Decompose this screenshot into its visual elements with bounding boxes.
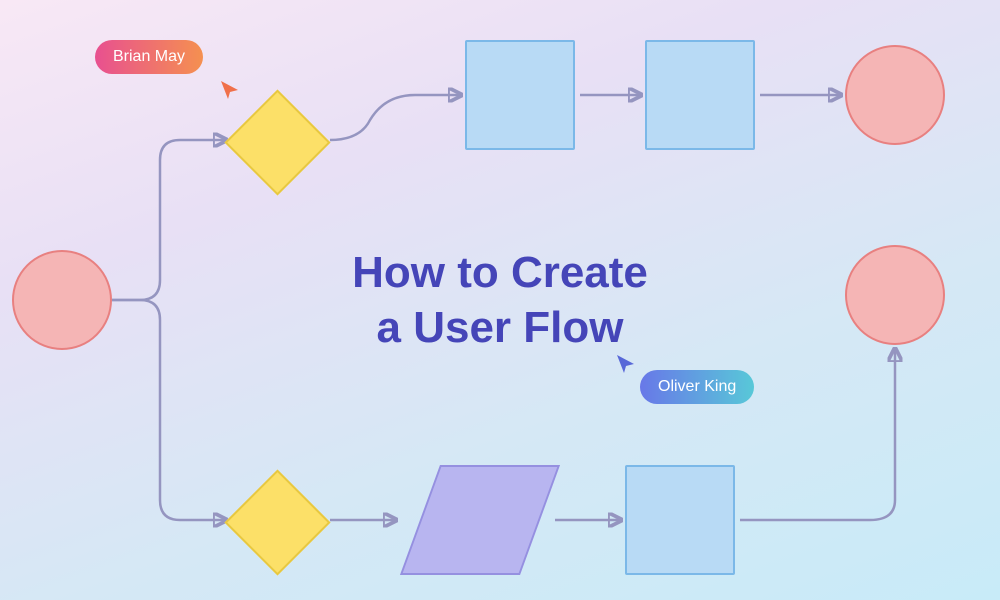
collaborator-badge-oliver[interactable]: Oliver King (640, 370, 754, 404)
flowchart-canvas[interactable]: How to Create a User Flow Brian May Oliv… (0, 0, 1000, 600)
start-node[interactable] (12, 250, 112, 350)
decision-node-bottom[interactable] (224, 469, 330, 575)
decision-node-top[interactable] (224, 89, 330, 195)
process-node-bottom[interactable] (625, 465, 735, 575)
end-node-top[interactable] (845, 45, 945, 145)
io-node-bottom[interactable] (400, 465, 560, 575)
cursor-icon (614, 352, 638, 376)
collaborator-label: Oliver King (658, 378, 736, 395)
end-node-bottom[interactable] (845, 245, 945, 345)
collaborator-label: Brian May (113, 48, 185, 65)
collaborator-badge-brian[interactable]: Brian May (95, 40, 203, 74)
page-title: How to Create a User Flow (352, 245, 648, 355)
process-node-top-1[interactable] (465, 40, 575, 150)
process-node-top-2[interactable] (645, 40, 755, 150)
